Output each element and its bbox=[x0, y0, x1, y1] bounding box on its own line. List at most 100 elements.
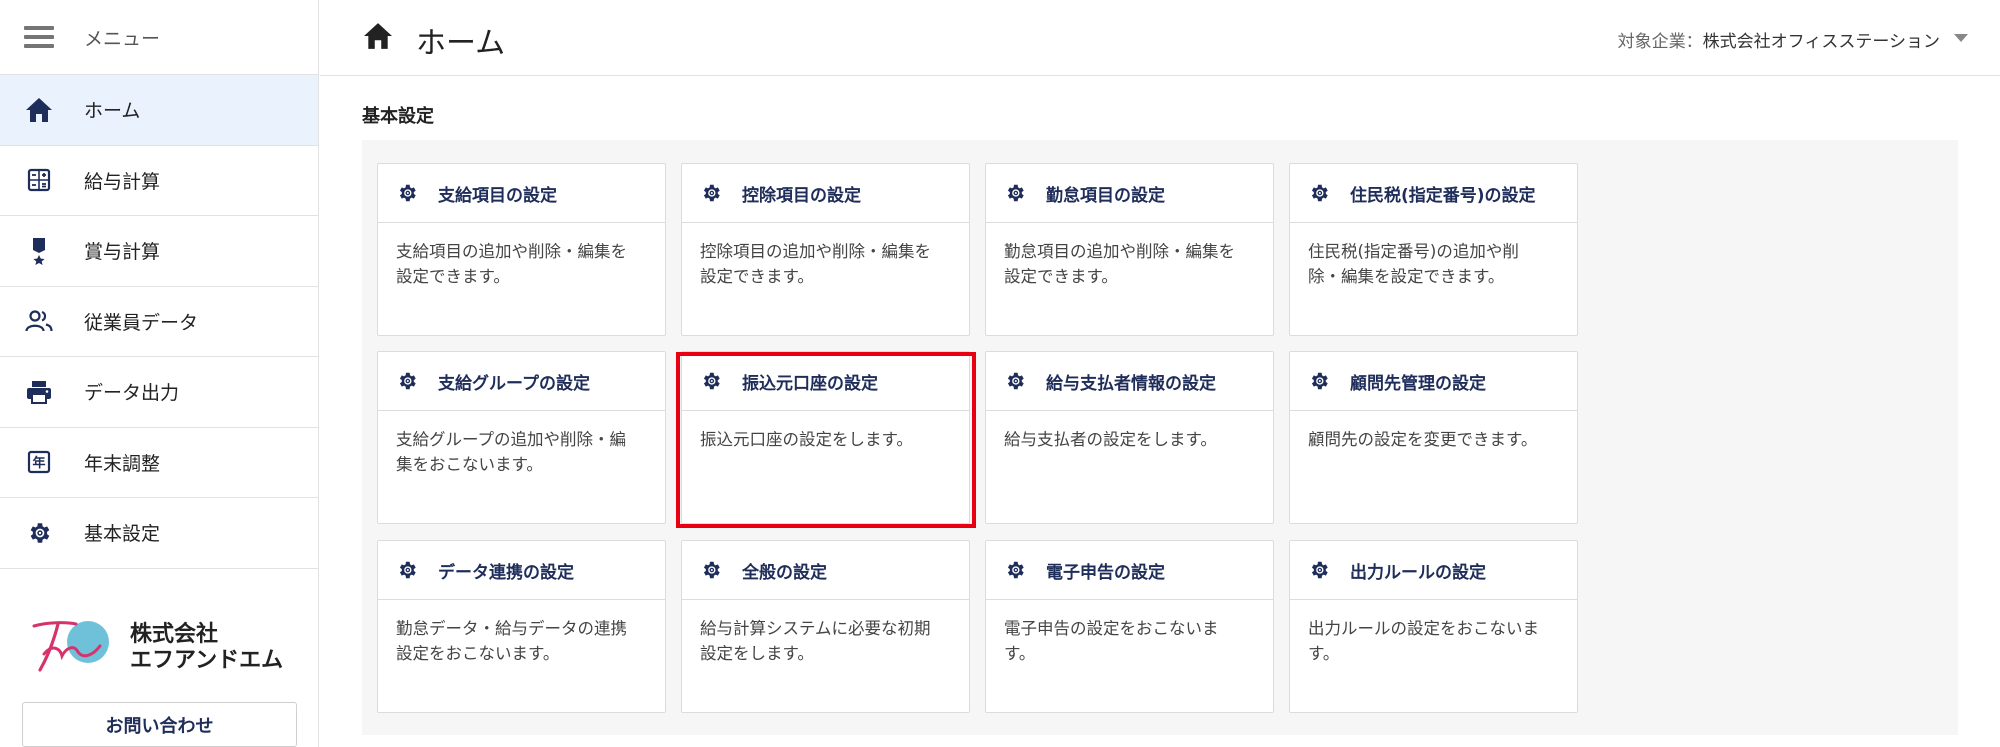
card-header[interactable]: 全般の設定 bbox=[682, 541, 969, 600]
gear-icon bbox=[1308, 370, 1330, 392]
card-title[interactable]: 住民税(指定番号)の設定 bbox=[1350, 181, 1536, 206]
settings-card[interactable]: 住民税(指定番号)の設定住民税(指定番号)の追加や削 除・編集を設定できます。 bbox=[1289, 163, 1578, 336]
sidebar: メニュー ホーム 給与計算 賞与計算 従業員データ データ出力 年 年末調整 基… bbox=[0, 0, 319, 747]
card-title[interactable]: 全般の設定 bbox=[742, 558, 827, 583]
gear-icon bbox=[1004, 559, 1026, 581]
settings-card[interactable]: データ連携の設定勤怠データ・給与データの連携 設定をおこないます。 bbox=[377, 540, 666, 713]
card-title[interactable]: データ連携の設定 bbox=[438, 558, 574, 583]
card-description: 支給項目の追加や削除・編集を 設定できます。 bbox=[378, 223, 665, 289]
chevron-down-icon[interactable] bbox=[1954, 34, 1968, 42]
settings-card[interactable]: 支給項目の設定支給項目の追加や削除・編集を 設定できます。 bbox=[377, 163, 666, 336]
card-description-line: 給与計算システムに必要な初期 bbox=[700, 619, 931, 638]
gear-icon bbox=[396, 559, 418, 581]
card-description: 住民税(指定番号)の追加や削 除・編集を設定できます。 bbox=[1290, 223, 1577, 289]
sidebar-item-label: データ出力 bbox=[84, 382, 180, 405]
settings-card[interactable]: 振込元口座の設定振込元口座の設定をします。 bbox=[681, 351, 970, 524]
card-header[interactable]: 電子申告の設定 bbox=[986, 541, 1273, 600]
card-title[interactable]: 電子申告の設定 bbox=[1046, 558, 1165, 583]
card-title[interactable]: 振込元口座の設定 bbox=[742, 369, 878, 394]
logo-text: 株式会社 エフアンドエム bbox=[130, 622, 283, 674]
company-label: 対象企業： bbox=[1617, 32, 1703, 52]
settings-card[interactable]: 勤怠項目の設定勤怠項目の追加や削除・編集を 設定できます。 bbox=[985, 163, 1274, 336]
card-description-line: 顧問先の設定を変更できます。 bbox=[1308, 430, 1538, 449]
logo-line-1: 株式会社 bbox=[130, 622, 219, 647]
card-description-line: 支給グループの追加や削除・編 bbox=[396, 430, 627, 449]
hamburger-menu-icon[interactable] bbox=[24, 26, 54, 48]
gear-icon bbox=[700, 370, 722, 392]
page-title: ホーム bbox=[416, 26, 506, 61]
award-icon bbox=[24, 236, 54, 266]
card-description-line: 設定できます。 bbox=[700, 267, 814, 286]
top-header: ホーム 対象企業：株式会社オフィスステーション bbox=[320, 0, 2000, 76]
calculator-icon bbox=[24, 165, 54, 195]
sidebar-item-label: 年末調整 bbox=[84, 452, 161, 475]
logo-mark-icon bbox=[32, 621, 109, 672]
gear-icon bbox=[1308, 559, 1330, 581]
gear-icon bbox=[1004, 182, 1026, 204]
sidebar-item-settings[interactable]: 基本設定 bbox=[0, 498, 318, 569]
card-description: 控除項目の追加や削除・編集を 設定できます。 bbox=[682, 223, 969, 289]
card-description-line: す。 bbox=[1308, 644, 1340, 663]
card-description-line: 控除項目の追加や削除・編集を bbox=[700, 242, 931, 261]
people-icon bbox=[24, 306, 54, 336]
card-header[interactable]: 支給項目の設定 bbox=[378, 164, 665, 223]
card-title[interactable]: 出力ルールの設定 bbox=[1350, 558, 1486, 583]
card-description-line: 設定できます。 bbox=[1004, 267, 1118, 286]
menu-label: メニュー bbox=[84, 27, 161, 50]
card-description-line: 住民税(指定番号)の追加や削 bbox=[1308, 242, 1519, 261]
sidebar-item-employees[interactable]: 従業員データ bbox=[0, 287, 318, 357]
card-header[interactable]: 支給グループの設定 bbox=[378, 352, 665, 411]
card-description-line: 集をおこないます。 bbox=[396, 455, 543, 474]
card-header[interactable]: データ連携の設定 bbox=[378, 541, 665, 600]
sidebar-item-payroll[interactable]: 給与計算 bbox=[0, 146, 318, 216]
logo-line-2: エフアンドエム bbox=[130, 648, 284, 673]
gear-icon bbox=[700, 182, 722, 204]
settings-card[interactable]: 出力ルールの設定 出力ルールの設定をおこないま す。 bbox=[1289, 540, 1578, 713]
card-header[interactable]: 振込元口座の設定 bbox=[682, 352, 969, 411]
svg-text:年: 年 bbox=[32, 455, 45, 471]
card-description: 支給グループの追加や削除・編 集をおこないます。 bbox=[378, 411, 665, 477]
card-description-line: 電子申告の設定をおこないま bbox=[1004, 619, 1219, 638]
card-description-line: 設定できます。 bbox=[396, 267, 510, 286]
card-header[interactable]: 控除項目の設定 bbox=[682, 164, 969, 223]
home-icon bbox=[362, 22, 394, 54]
card-title[interactable]: 顧問先管理の設定 bbox=[1350, 369, 1486, 394]
card-description-line: す。 bbox=[1004, 644, 1036, 663]
gear-icon bbox=[1004, 370, 1026, 392]
card-description: 給与計算システムに必要な初期 設定をします。 bbox=[682, 600, 969, 666]
card-header[interactable]: 顧問先管理の設定 bbox=[1290, 352, 1577, 411]
card-title[interactable]: 勤怠項目の設定 bbox=[1046, 181, 1165, 206]
sidebar-item-label: ホーム bbox=[84, 100, 141, 123]
sidebar-item-label: 給与計算 bbox=[84, 170, 161, 193]
card-header[interactable]: 出力ルールの設定 bbox=[1290, 541, 1577, 600]
settings-card[interactable]: 顧問先管理の設定顧問先の設定を変更できます。 bbox=[1289, 351, 1578, 524]
card-header[interactable]: 給与支払者情報の設定 bbox=[986, 352, 1273, 411]
sidebar-item-export[interactable]: データ出力 bbox=[0, 357, 318, 428]
card-description-line: 除・編集を設定できます。 bbox=[1308, 267, 1505, 286]
sidebar-item-label: 従業員データ bbox=[84, 311, 199, 334]
settings-card[interactable]: 給与支払者情報の設定給与支払者の設定をします。 bbox=[985, 351, 1274, 524]
sidebar-item-yearend[interactable]: 年 年末調整 bbox=[0, 428, 318, 498]
card-header[interactable]: 勤怠項目の設定 bbox=[986, 164, 1273, 223]
card-description-line: 設定をおこないます。 bbox=[396, 644, 560, 663]
settings-card[interactable]: 電子申告の設定電子申告の設定をおこないま す。 bbox=[985, 540, 1274, 713]
contact-button[interactable]: お問い合わせ bbox=[22, 702, 297, 747]
sidebar-item-bonus[interactable]: 賞与計算 bbox=[0, 216, 318, 287]
printer-icon bbox=[24, 377, 54, 407]
card-title[interactable]: 給与支払者情報の設定 bbox=[1046, 369, 1216, 394]
card-description-line: 勤怠データ・給与データの連携 bbox=[396, 619, 627, 638]
card-title[interactable]: 支給項目の設定 bbox=[438, 181, 557, 206]
card-description-line: 振込元口座の設定をします。 bbox=[700, 430, 913, 449]
sidebar-item-home[interactable]: ホーム bbox=[0, 75, 318, 146]
settings-card[interactable]: 全般の設定給与計算システムに必要な初期 設定をします。 bbox=[681, 540, 970, 713]
company-selector[interactable]: 対象企業：株式会社オフィスステーション bbox=[1618, 27, 1940, 52]
card-description-line: 支給項目の追加や削除・編集を bbox=[396, 242, 627, 261]
card-title[interactable]: 支給グループの設定 bbox=[438, 369, 590, 394]
card-description-line: 勤怠項目の追加や削除・編集を bbox=[1004, 242, 1235, 261]
card-description-line: 給与支払者の設定をします。 bbox=[1004, 430, 1217, 449]
settings-card[interactable]: 控除項目の設定控除項目の追加や削除・編集を 設定できます。 bbox=[681, 163, 970, 336]
card-header[interactable]: 住民税(指定番号)の設定 bbox=[1290, 164, 1577, 223]
card-title[interactable]: 控除項目の設定 bbox=[742, 181, 861, 206]
company-logo: 株式会社 エフアンドエム bbox=[28, 620, 298, 680]
settings-card[interactable]: 支給グループの設定支給グループの追加や削除・編 集をおこないます。 bbox=[377, 351, 666, 524]
